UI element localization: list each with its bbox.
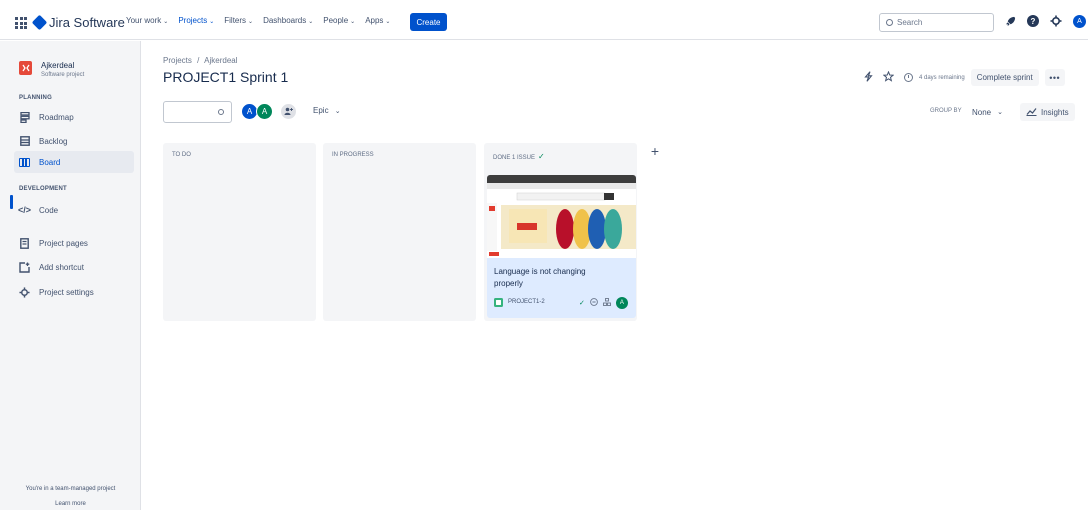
sidebar-item-code[interactable]: </> Code [18,199,134,221]
project-sidebar: Ajkerdeal Software project PLANNING Road… [0,41,141,510]
star-icon[interactable] [882,70,895,85]
active-indicator [10,195,13,209]
page-title: PROJECT1 Sprint 1 [163,69,289,85]
sidebar-item-project-settings[interactable]: Project settings [19,281,134,303]
code-icon: </> [18,205,32,215]
breadcrumb: Projects / Ajkerdeal [163,56,238,65]
column-in-progress: IN PROGRESS [323,143,476,321]
development-section-title: DEVELOPMENT [19,186,67,192]
jira-logo[interactable]: Jira Software [31,14,125,31]
column-title: TO DO [172,152,191,158]
issue-card[interactable]: Language is not changing properly PROJEC… [487,175,636,318]
sidebar-item-add-shortcut[interactable]: Add shortcut [19,256,134,278]
child-issues-icon [602,298,611,308]
chevron-down-icon: ⌄ [163,19,169,25]
clock-icon [904,73,913,82]
nav-filters[interactable]: Filters ⌄ [224,16,253,25]
group-by-label: GROUP BY [930,108,962,114]
nav-dashboards[interactable]: Dashboards ⌄ [263,16,313,25]
project-avatar-icon [19,61,32,75]
sidebar-item-project-pages[interactable]: Project pages [19,232,134,254]
top-navigation: Jira Software Your work ⌄ Projects ⌄ Filte… [0,6,1088,40]
more-options-button[interactable]: ••• [1044,69,1065,86]
chevron-down-icon: ⌄ [334,108,341,115]
chevron-down-icon: ⌄ [308,19,314,25]
nav-your-work[interactable]: Your work ⌄ [126,16,168,25]
backlog-icon [19,136,30,147]
sprint-tools: 4 days remaining Complete sprint ••• [864,69,1065,86]
epic-filter-dropdown[interactable]: Epic ⌄ [313,106,341,115]
sidebar-item-roadmap[interactable]: Roadmap [19,106,134,128]
chevron-down-icon: ⌄ [248,19,254,25]
pages-icon [19,237,30,249]
done-check-icon: ✓ [579,300,585,307]
board-search-input[interactable] [163,101,232,123]
global-search-input[interactable]: Search [879,13,994,32]
add-shortcut-icon [19,261,30,273]
chevron-down-icon: ⌄ [385,19,391,25]
assignee-filter: A A [241,103,297,120]
nav-apps[interactable]: Apps ⌄ [365,16,390,25]
chevron-down-icon: ⌄ [209,19,215,25]
project-name: Ajkerdeal [41,61,75,70]
breadcrumb-projects[interactable]: Projects [163,56,192,65]
settings-icon [19,286,30,298]
add-column-button[interactable]: + [647,143,663,159]
board-filter-bar: A A Epic ⌄ GROUP BY None ⌄ Insights [163,101,1083,123]
add-people-icon[interactable] [280,103,297,120]
board-icon [19,157,30,168]
user-avatar[interactable]: A [1073,14,1086,28]
sidebar-item-board[interactable]: Board [14,151,134,173]
roadmap-icon [19,111,30,123]
settings-gear-icon[interactable] [1049,14,1063,28]
card-footer: PROJECT1-2 ✓ A [494,296,631,310]
learn-more-link[interactable]: Learn more [0,501,141,507]
nav-projects[interactable]: Projects ⌄ [178,16,214,25]
complete-sprint-button[interactable]: Complete sprint [970,69,1039,86]
group-by-dropdown[interactable]: None ⌄ [966,103,1009,121]
app-switcher-icon[interactable] [15,17,27,29]
card-title: Language is not changing properly [494,267,586,288]
assignee-avatar[interactable]: A [615,297,628,309]
column-title: IN PROGRESS [332,152,374,158]
notifications-rocket-icon[interactable] [1003,14,1017,28]
insights-button[interactable]: Insights [1020,103,1075,121]
project-header[interactable]: Ajkerdeal Software project [19,61,84,78]
team-managed-note: You're in a team-managed project [25,486,116,492]
nav-people[interactable]: People ⌄ [323,16,355,25]
sidebar-item-backlog[interactable]: Backlog [19,130,134,152]
sprint-remaining: 4 days remaining [919,74,965,81]
assignee-avatar[interactable]: A [256,103,273,120]
planning-section-title: PLANNING [19,95,52,101]
help-icon[interactable]: ? [1027,15,1039,27]
card-cover-image [487,175,636,258]
check-icon: ✓ [538,152,545,161]
search-icon [886,19,893,26]
chart-icon [1026,107,1037,118]
nav-menu: Your work ⌄ Projects ⌄ Filters ⌄ Dashboards… [126,16,390,25]
chevron-down-icon: ⌄ [350,19,356,25]
screenshot-thumbnail [487,175,636,258]
chevron-down-icon: ⌄ [997,109,1003,116]
issue-key[interactable]: PROJECT1-2 [508,299,545,305]
column-title: DONE 1 ISSUE ✓ [493,152,545,161]
priority-icon [590,298,598,308]
jira-diamond-icon [31,14,48,31]
card-tools: ✓ A [579,297,628,309]
project-type: Software project [41,72,85,78]
breadcrumb-project[interactable]: Ajkerdeal [204,56,237,65]
top-right-icons: ? A [1003,14,1086,28]
column-todo: TO DO [163,143,316,321]
lightning-icon[interactable] [864,70,873,85]
story-type-icon [494,298,503,307]
create-button[interactable]: Create [410,13,447,31]
search-icon [218,109,224,115]
